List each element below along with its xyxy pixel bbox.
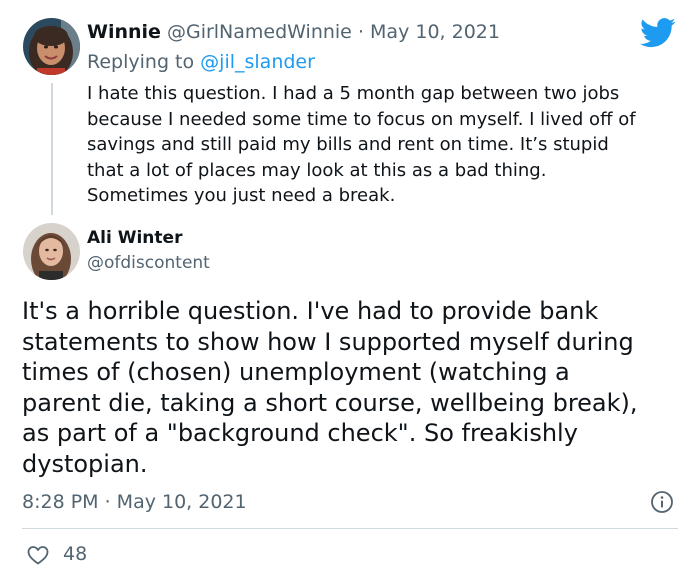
info-icon[interactable] — [650, 490, 674, 514]
main-text-line: as part of a "background check". So frea… — [22, 419, 578, 448]
replying-to-handle[interactable]: @jil_slander — [200, 51, 315, 73]
replying-to-line: Replying to @jil_slander — [87, 48, 315, 76]
main-handle[interactable]: @ofdiscontent — [87, 250, 210, 276]
reply-text-line: Sometimes you just need a break. — [87, 185, 396, 206]
reply-separator: · — [357, 21, 364, 43]
reply-display-name[interactable]: Winnie — [87, 21, 161, 43]
main-avatar[interactable] — [23, 223, 80, 280]
reply-date[interactable]: May 10, 2021 — [370, 21, 500, 43]
main-text-line: It's a horrible question. I've had to pr… — [22, 297, 599, 325]
reply-text-line: savings and still paid my bills and rent… — [87, 134, 609, 155]
main-text-line: dystopian. — [22, 449, 148, 478]
reply-avatar[interactable] — [23, 18, 80, 75]
main-tweet-text: It's a horrible question. I've had to pr… — [22, 296, 692, 480]
thread-connector-line — [51, 83, 53, 215]
reply-header: Winnie @GirlNamedWinnie · May 10, 2021 — [87, 18, 500, 46]
reply-text-line: because I needed some time to focus on m… — [87, 108, 636, 130]
twitter-bird-icon[interactable] — [640, 18, 676, 48]
reply-handle[interactable]: @GirlNamedWinnie — [167, 21, 352, 43]
main-text-line: parent die, taking a short course, wellb… — [22, 388, 638, 417]
replying-to-prefix: Replying to — [87, 51, 195, 73]
actions-divider — [22, 528, 678, 529]
heart-icon[interactable] — [26, 543, 50, 567]
main-text-line: statements to show how I supported mysel… — [22, 327, 634, 356]
reply-text-line: I hate this question. I had a 5 month ga… — [87, 83, 620, 104]
reply-text: I hate this question. I had a 5 month ga… — [87, 81, 687, 209]
main-display-name[interactable]: Ali Winter — [87, 225, 182, 251]
tweet-timestamp[interactable]: 8:28 PM · May 10, 2021 — [22, 488, 247, 516]
reply-text-line: that a lot of places may look at this as… — [87, 159, 547, 181]
main-text-line: times of (chosen) unemployment (watching… — [22, 358, 570, 387]
like-count: 48 — [63, 543, 88, 565]
